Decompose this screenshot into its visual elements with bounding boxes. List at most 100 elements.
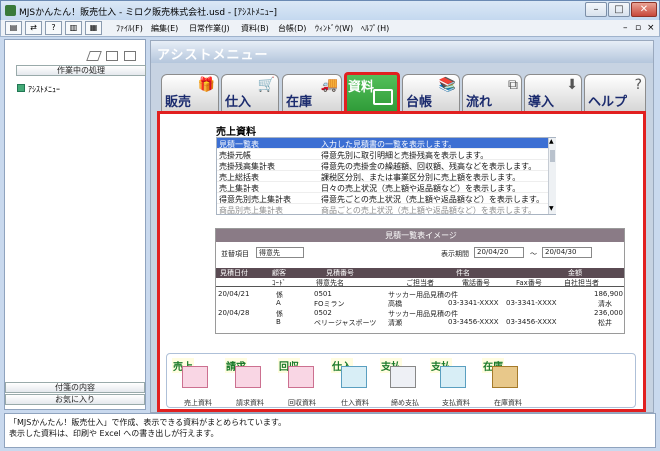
col-fax: Fax番号 (516, 279, 542, 287)
truck-icon: 🚚 (320, 77, 338, 93)
tab-purchase[interactable]: 🛒 仕入 (221, 74, 279, 111)
tab-inventory[interactable]: 🚚 在庫 (282, 74, 342, 111)
flow-purchase[interactable]: 仕入 (331, 358, 371, 392)
flow-caption: 支払資料 (442, 399, 470, 407)
toolbar-icon-3[interactable]: ▥ (65, 21, 82, 35)
list-scrollbar[interactable]: ▲ ▼ (548, 138, 556, 214)
sort-label: 並替項目 (221, 250, 249, 258)
row2-fax: 03-3456-XXXX (506, 318, 557, 326)
row1-staff: 清水 (598, 300, 612, 308)
period-to: 20/04/30 (542, 247, 592, 258)
menu-bar: ▤ ⇄ ? ▥ ▦ ﾌｧｲﾙ(F) 編集(E) 日常作業(J) 資料(B) 台帳… (0, 20, 660, 37)
row1-amount: 186,900 (594, 290, 623, 298)
row1-customer: FOミラン (314, 300, 345, 308)
row2-date: 20/04/28 (218, 309, 250, 317)
list-item[interactable]: 得意先別売上集計表 得意先ごとの売上状況（売上額や返品額など）を表示します。 (217, 193, 555, 204)
row1-fax: 03-3341-XXXX (506, 299, 557, 307)
flow-icon: ⧉ (508, 77, 518, 93)
help-icon[interactable]: ? (45, 21, 62, 35)
menu-documents[interactable]: 資料(B) (241, 23, 269, 34)
scroll-thumb[interactable] (550, 150, 555, 162)
menu-help[interactable]: ﾍﾙﾌﾟ(H) (361, 23, 389, 34)
menu-file[interactable]: ﾌｧｲﾙ(F) (116, 23, 143, 34)
row2-customer: ベリージャスポーツ (314, 319, 377, 327)
window-title: MJSかんたん！販売仕入 - ミロク販売株式会社.usd - [ｱｼｽﾄﾒﾆｭｰ… (19, 8, 278, 18)
col-customer-name: 得意先名 (316, 279, 344, 287)
list-item[interactable]: 売上総括表 課税区分別、または事業区分別に売上額を表示します。 (217, 171, 555, 182)
help-icon: ? (634, 77, 642, 93)
list-item[interactable]: 売掛残高集計表 得意先の売掛金の繰越額、回収額、残高などを表示します。 (217, 160, 555, 171)
menu-window-icon (17, 84, 25, 92)
list-item[interactable]: 売掛元帳 得意先別に取引明細と売掛残高を表示します。 (217, 149, 555, 160)
flow-payment[interactable]: 支払 (430, 358, 470, 392)
col-code: ｺｰﾄﾞ (272, 279, 286, 287)
tab-documents[interactable]: 資料 (344, 72, 400, 112)
assist-menu-banner: アシストメニュー (151, 41, 653, 63)
row1b-code: A (276, 299, 281, 307)
status-line-2: 表示した資料は、印刷や Excel への書き出しが行えます。 (9, 429, 219, 438)
toolbar-icon-2[interactable]: ⇄ (25, 21, 42, 35)
flow-collection[interactable]: 回収 (278, 358, 318, 392)
report-list[interactable]: 見積一覧表 入力した見積書の一覧を表示します。 売掛元帳 得意先別に取引明細と売掛残… (216, 137, 556, 215)
pin-icon[interactable] (124, 51, 136, 61)
col-subject: 件名 (456, 268, 470, 278)
period-from: 20/04/20 (474, 247, 524, 258)
toolbar-icon-4[interactable]: ▦ (85, 21, 102, 35)
scroll-down-icon[interactable]: ▼ (549, 205, 554, 212)
list-item[interactable]: 商品別売上集計表 商品ごとの売上状況（売上額や返品額など）を表示します。 (217, 204, 555, 214)
flow-billing[interactable]: 請求 (225, 358, 265, 392)
scroll-up-icon[interactable]: ▲ (549, 138, 554, 145)
favorites-button[interactable]: お気に入り (5, 394, 145, 405)
close-button[interactable]: ✕ (631, 2, 657, 17)
sticky-note-button[interactable]: 付箋の内容 (5, 382, 145, 393)
row2-number: 0502 (314, 309, 332, 317)
status-line-1: 「MJSかんたん！販売仕入」で作成、表示できる資料がまとめられています。 (9, 418, 287, 427)
report-preview: 見積一覧表イメージ 並替項目 得意先 表示期間 20/04/20 ～ 20/04… (215, 228, 625, 334)
col-contact: ご担当者 (406, 279, 434, 287)
period-separator: ～ (530, 250, 537, 258)
menu-daily[interactable]: 日常作業(J) (189, 23, 230, 34)
tab-setup[interactable]: ⬇ 導入 (524, 74, 582, 111)
menu-ledger[interactable]: 台帳(D) (278, 23, 306, 34)
tab-sales[interactable]: 🎁 販売 (161, 74, 219, 111)
ledger-icon: 📚 (438, 77, 456, 93)
section-title: 売上資料 (216, 127, 256, 138)
row1-contact: 高橋 (388, 300, 402, 308)
row2b-code: B (276, 318, 281, 326)
in-progress-header: 作業中の処理 (16, 65, 146, 76)
period-label: 表示期間 (441, 250, 469, 258)
tab-help[interactable]: ? ヘルプ (584, 74, 646, 111)
toolbar-icon-1[interactable]: ▤ (5, 21, 22, 35)
mdi-restore-icon[interactable]: ▫ (635, 23, 641, 33)
col-staff: 自社担当者 (564, 279, 599, 287)
left-pane (4, 39, 146, 410)
row1-phone: 03-3341-XXXX (448, 299, 499, 307)
app-icon (5, 5, 16, 16)
tab-flow[interactable]: ⧉ 流れ (462, 74, 522, 111)
maximize-button[interactable]: □ (608, 2, 630, 17)
list-item[interactable]: 見積一覧表 入力した見積書の一覧を表示します。 (217, 138, 555, 149)
list-item[interactable]: 売上集計表 日々の売上状況（売上額や返品額など）を表示します。 (217, 182, 555, 193)
tab-ledger[interactable]: 📚 台帳 (402, 74, 460, 111)
flow-payment-cutoff[interactable]: 支払 (380, 358, 420, 392)
mdi-minimize-icon[interactable]: – (623, 23, 628, 33)
row2-contact: 清瀬 (388, 319, 402, 327)
flow-inventory[interactable]: 在庫 (482, 358, 522, 392)
flow-sales[interactable]: 売上 (172, 358, 212, 392)
col-date: 見積日付 (220, 268, 248, 278)
preview-title: 見積一覧表イメージ (216, 229, 624, 242)
row2-staff: 松井 (598, 319, 612, 327)
page-title: アシストメニュー (157, 48, 269, 63)
bookmark-icon[interactable] (106, 51, 118, 61)
cart-icon: 🛒 (257, 77, 275, 93)
flow-caption: 在庫資料 (494, 399, 522, 407)
menu-window[interactable]: ｳｨﾝﾄﾞｳ(W) (315, 23, 353, 34)
in-progress-item[interactable]: ｱｼｽﾄﾒﾆｭｰ (28, 84, 60, 95)
menu-edit[interactable]: 編集(E) (151, 23, 178, 34)
minimize-button[interactable]: – (585, 2, 607, 17)
row2-amount: 236,000 (594, 309, 623, 317)
flow-caption: 売上資料 (184, 399, 212, 407)
mdi-close-icon[interactable]: × (647, 23, 655, 33)
col-amount: 金額 (568, 268, 582, 278)
flow-caption: 締め支払 (391, 399, 419, 407)
